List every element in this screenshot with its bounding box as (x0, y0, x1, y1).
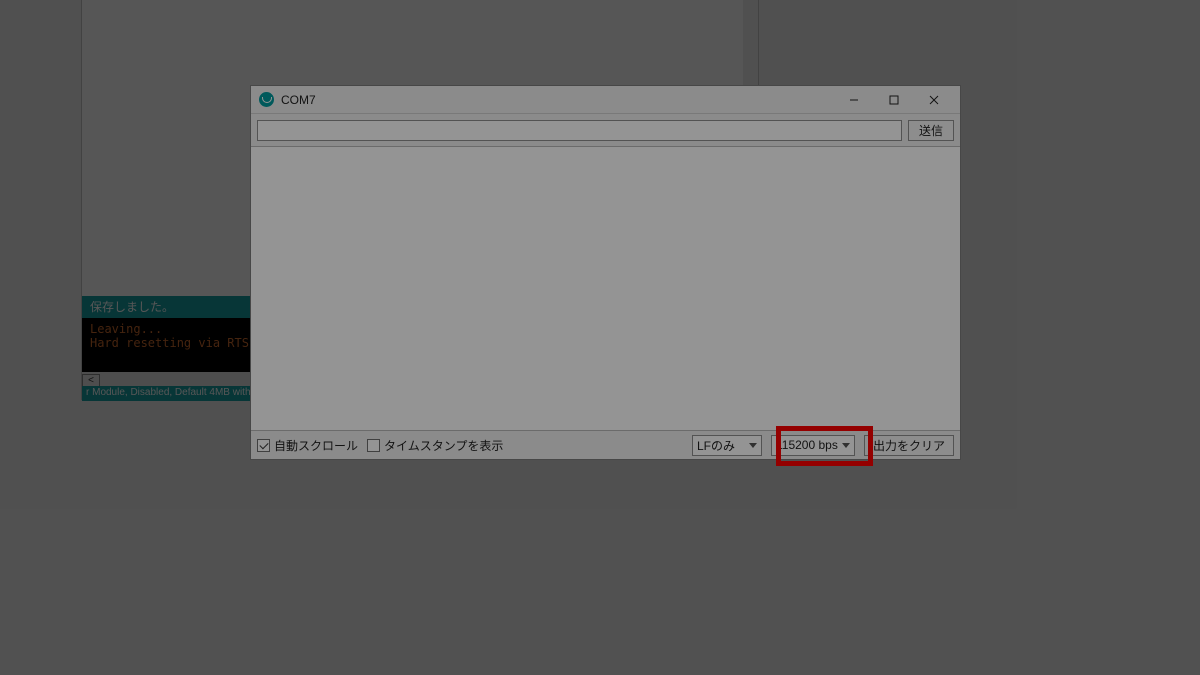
serial-input[interactable] (257, 120, 902, 141)
baud-rate-value: 115200 bps (776, 438, 838, 452)
baud-rate-select[interactable]: 115200 bps (771, 435, 855, 456)
checkbox-icon (367, 439, 380, 452)
send-button[interactable]: 送信 (908, 120, 954, 141)
titlebar[interactable]: COM7 (251, 86, 960, 114)
checkbox-icon (257, 439, 270, 452)
minimize-button[interactable] (834, 87, 874, 113)
autoscroll-label: 自動スクロール (274, 437, 358, 454)
autoscroll-checkbox[interactable]: 自動スクロール (257, 437, 358, 454)
chevron-down-icon (749, 443, 757, 448)
bottom-bar: 自動スクロール タイムスタンプを表示 LFのみ 115200 bps 出力をクリ… (251, 431, 960, 459)
arduino-icon (259, 92, 274, 107)
timestamp-label: タイムスタンプを表示 (384, 437, 503, 454)
clear-output-button[interactable]: 出力をクリア (864, 435, 954, 456)
maximize-button[interactable] (874, 87, 914, 113)
send-row: 送信 (251, 114, 960, 146)
line-ending-select[interactable]: LFのみ (692, 435, 762, 456)
timestamp-checkbox[interactable]: タイムスタンプを表示 (367, 437, 503, 454)
serial-monitor-window: COM7 送信 自動スクロール タイムスタンプを表示 LFのみ (250, 85, 961, 460)
chevron-down-icon (842, 443, 850, 448)
window-title: COM7 (281, 93, 316, 107)
line-ending-value: LFのみ (697, 437, 735, 454)
close-button[interactable] (914, 87, 954, 113)
serial-output[interactable] (251, 146, 960, 431)
